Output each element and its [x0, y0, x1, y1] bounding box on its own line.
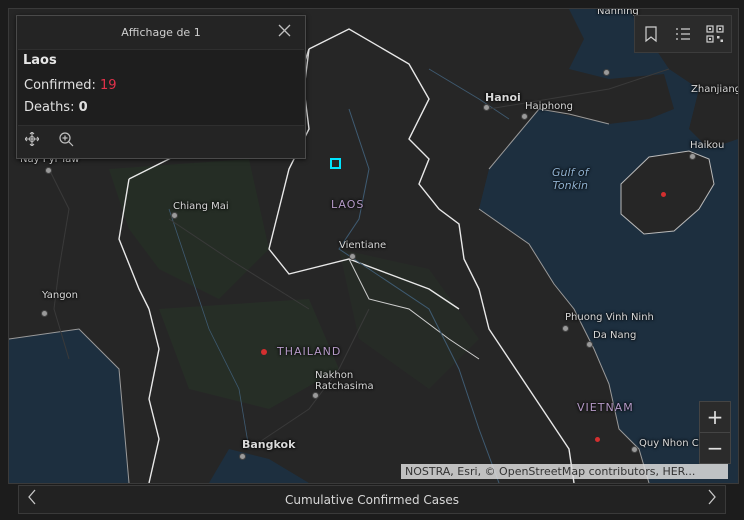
city-marker-da-nang [586, 341, 593, 348]
label-nakhon: Nakhon [315, 370, 354, 381]
city-marker-chiang-mai [171, 212, 178, 219]
zoom-in-button[interactable]: + [700, 402, 730, 432]
chevron-left-icon[interactable] [27, 489, 37, 509]
label-thailand: THAILAND [277, 345, 342, 358]
popup-header-text: Affichage de 1 [121, 26, 201, 39]
city-marker-hanoi [483, 104, 490, 111]
city-marker-nakhon-ratchasima [312, 392, 319, 399]
city-marker-haiphong [521, 113, 528, 120]
city-marker-phuong-vinh-ninh [562, 325, 569, 332]
city-marker-nanning [603, 69, 610, 76]
label-nanning: Nanning [597, 8, 639, 17]
popup-toolbar [17, 126, 305, 156]
label-phuong-vinh-ninh: Phuong Vinh Ninh [565, 312, 654, 323]
label-quy-nhon: Quy Nhon Ci [639, 438, 702, 449]
label-da-nang: Da Nang [593, 330, 637, 341]
label-zhanjiang: Zhanjiang [691, 84, 739, 95]
bookmark-icon[interactable] [641, 24, 661, 44]
pan-icon[interactable] [24, 131, 40, 150]
label-gulf-line2: Tonkin [552, 179, 588, 192]
map-view[interactable]: Nanning Hanoi Haiphong Zhanjiang Haikou … [8, 8, 739, 484]
bottom-bar-title: Cumulative Confirmed Cases [284, 492, 460, 507]
label-chiang-mai: Chiang Mai [173, 201, 229, 212]
city-marker-quy-nhon [631, 446, 638, 453]
city-marker-haikou [689, 153, 696, 160]
label-gulf-line1: Gulf of [552, 166, 589, 179]
deaths-value: 0 [78, 100, 88, 115]
label-haiphong: Haiphong [525, 101, 573, 112]
label-gulf-of-tonkin: Gulf of Tonkin [552, 166, 589, 192]
case-dot-vietnam[interactable] [595, 437, 600, 442]
confirmed-label: Confirmed: [24, 78, 96, 93]
case-dot-hainan[interactable] [661, 192, 666, 197]
city-marker-nay-pyi-taw [45, 167, 52, 174]
label-hanoi: Hanoi [485, 91, 521, 104]
confirmed-value: 19 [100, 78, 117, 93]
label-bangkok: Bangkok [242, 438, 296, 451]
label-vietnam: VIETNAM [577, 401, 634, 414]
map-toolbar [634, 15, 732, 53]
qr-code-icon[interactable] [705, 24, 725, 44]
label-vientiane: Vientiane [339, 240, 387, 251]
feature-popup: Affichage de 1 Laos Confirmed: 19 Deaths… [16, 15, 306, 159]
city-marker-yangon [41, 310, 48, 317]
city-marker-vientiane [349, 253, 356, 260]
selected-feature-highlight[interactable] [330, 158, 341, 169]
popup-title: Laos [23, 53, 57, 68]
popup-body: Laos Confirmed: 19 Deaths: 0 [18, 49, 304, 126]
label-haikou: Haikou [690, 140, 725, 151]
label-ratchasima: Ratchasima [315, 381, 374, 392]
legend-icon[interactable] [673, 24, 693, 44]
bottom-nav-bar: Cumulative Confirmed Cases [18, 485, 726, 514]
map-attribution: NOSTRA, Esri, © OpenStreetMap contributo… [401, 464, 728, 479]
deaths-row: Deaths: 0 [24, 100, 88, 115]
zoom-out-button[interactable]: − [700, 432, 730, 463]
label-laos: LAOS [331, 198, 365, 211]
chevron-right-icon[interactable] [707, 489, 717, 509]
close-icon[interactable] [278, 24, 291, 39]
label-yangon: Yangon [42, 290, 79, 301]
popup-header: Affichage de 1 [17, 16, 305, 49]
case-dot-thailand[interactable] [261, 349, 267, 355]
zoom-to-icon[interactable] [59, 132, 74, 151]
city-marker-bangkok [239, 453, 246, 460]
zoom-control: + − [699, 401, 731, 464]
confirmed-row: Confirmed: 19 [24, 78, 117, 93]
deaths-label: Deaths: [24, 100, 75, 115]
